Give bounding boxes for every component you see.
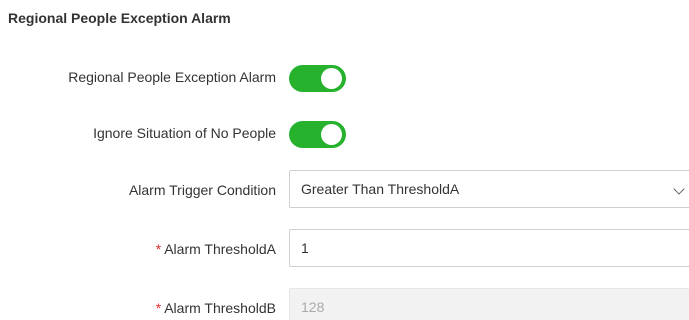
threshold-a-input[interactable]: 1 [289, 229, 689, 267]
toggle-knob [321, 68, 342, 89]
threshold-b-input: 128 [289, 288, 689, 320]
ignore-no-people-label: Ignore Situation of No People [93, 125, 276, 141]
section-title: Regional People Exception Alarm [8, 10, 231, 26]
threshold-a-label-text: Alarm ThresholdA [164, 241, 276, 257]
alarm-enable-row: Regional People Exception Alarm [0, 57, 689, 97]
toggle-knob [321, 124, 342, 145]
threshold-b-value: 128 [301, 299, 325, 315]
threshold-a-value: 1 [301, 240, 309, 256]
threshold-b-label-text: Alarm ThresholdB [164, 300, 276, 316]
required-mark: * [155, 241, 162, 257]
threshold-a-row: * Alarm ThresholdA 1 [0, 229, 689, 269]
threshold-b-label: * Alarm ThresholdB [156, 288, 276, 320]
trigger-condition-value: Greater Than ThresholdA [301, 181, 460, 197]
trigger-condition-select[interactable]: Greater Than ThresholdA [289, 170, 689, 208]
threshold-b-row: * Alarm ThresholdB 128 [0, 288, 689, 320]
alarm-enable-toggle[interactable] [289, 65, 346, 92]
ignore-no-people-toggle[interactable] [289, 121, 346, 148]
trigger-condition-label: Alarm Trigger Condition [128, 182, 276, 198]
alarm-enable-label: Regional People Exception Alarm [68, 69, 276, 85]
threshold-a-label: * Alarm ThresholdA [156, 229, 276, 269]
trigger-condition-row: Alarm Trigger Condition Greater Than Thr… [0, 170, 689, 210]
required-mark: * [155, 300, 162, 316]
ignore-no-people-row: Ignore Situation of No People [0, 113, 689, 153]
alarm-settings-panel: Regional People Exception Alarm Regional… [0, 0, 689, 320]
